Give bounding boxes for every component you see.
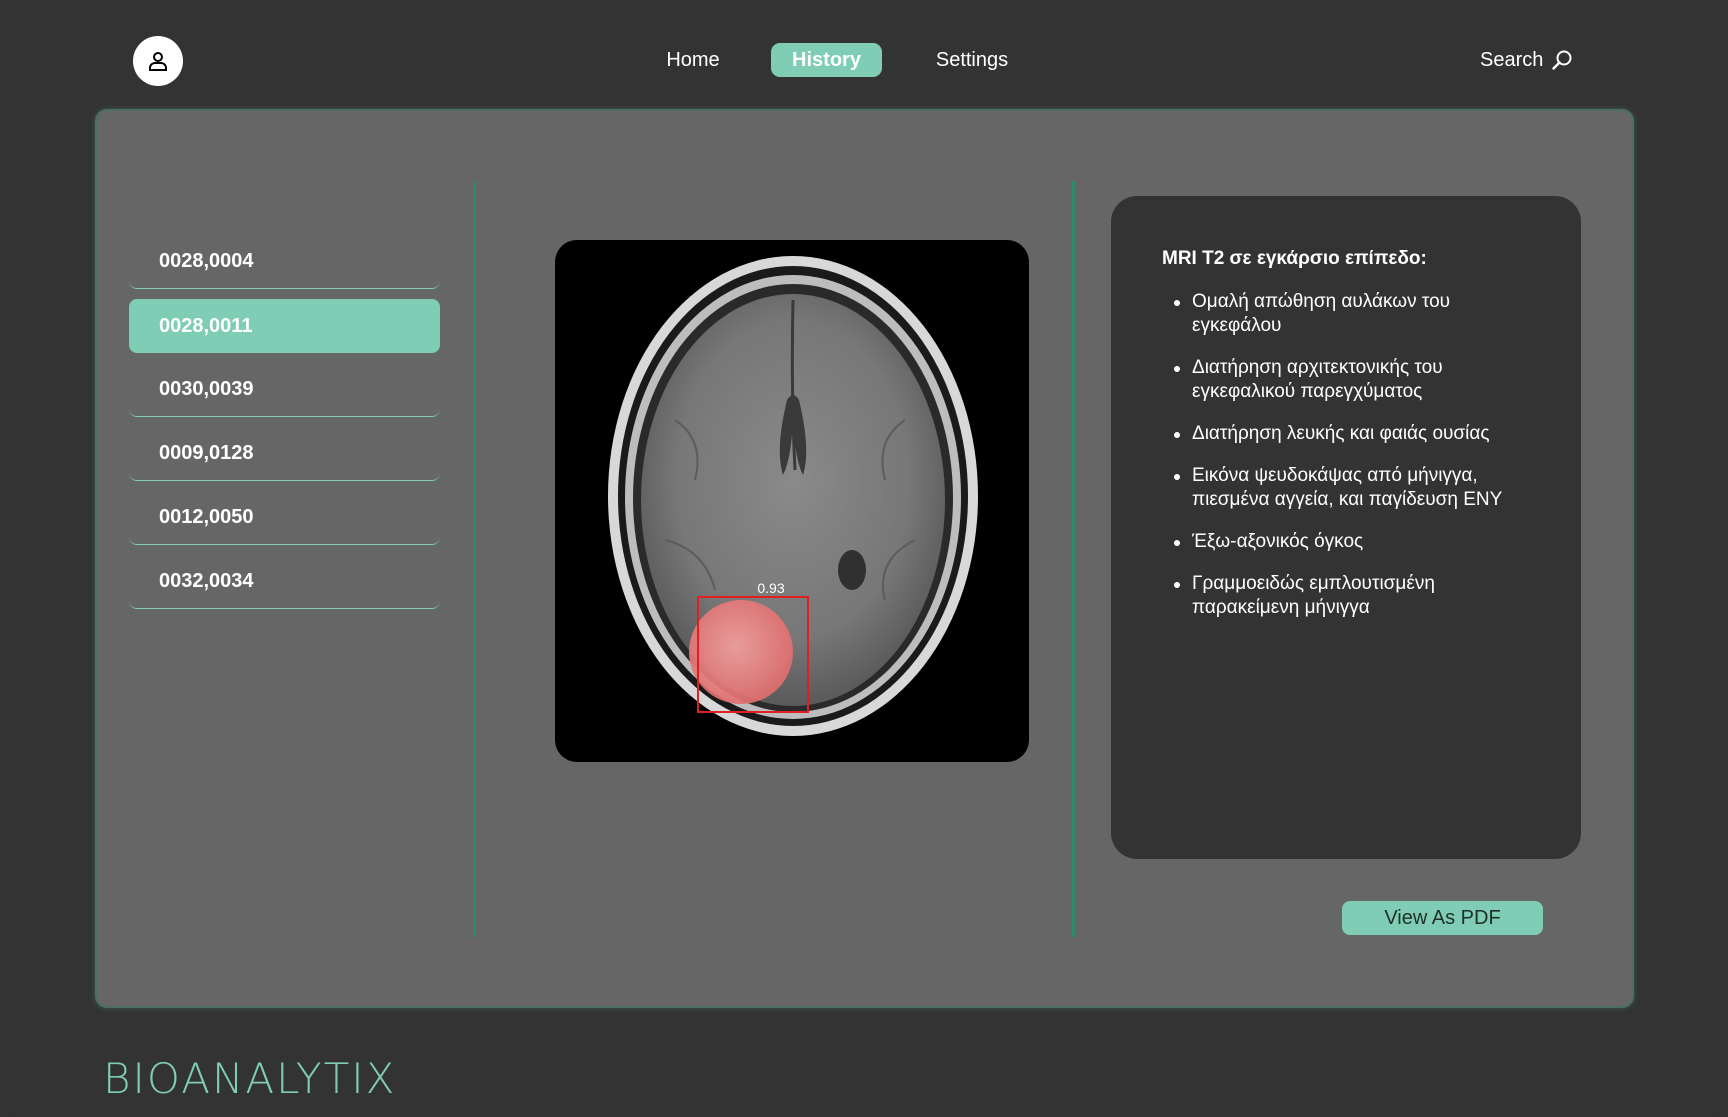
record-item[interactable]: 0012,0050 bbox=[129, 491, 440, 545]
record-label: 0030,0039 bbox=[159, 378, 254, 400]
record-label: 0012,0050 bbox=[159, 506, 254, 528]
nav-home[interactable]: Home bbox=[648, 43, 738, 77]
mri-scan-image: 0.93 bbox=[555, 240, 1029, 762]
finding-item: Εικόνα ψευδοκάψας από μήνιγγα, πιεσμένα … bbox=[1162, 464, 1541, 512]
report-card: MRI T2 σε εγκάρσιο επίπεδο: Ομαλή απώθησ… bbox=[1111, 196, 1581, 859]
search-label: Search bbox=[1480, 48, 1544, 71]
record-item[interactable]: 0030,0039 bbox=[129, 363, 440, 417]
view-pdf-button[interactable]: View As PDF bbox=[1342, 901, 1543, 935]
top-nav: Home History Settings bbox=[0, 43, 1728, 77]
divider-right bbox=[1072, 181, 1075, 937]
record-item[interactable]: 0009,0128 bbox=[129, 427, 440, 481]
divider-left bbox=[473, 181, 476, 937]
nav-history[interactable]: History bbox=[771, 43, 882, 77]
finding-item: Έξω-αξονικός όγκος bbox=[1162, 530, 1541, 554]
main-panel: 0028,0004 0028,0011 0030,0039 0009,0128 … bbox=[95, 109, 1634, 1008]
record-item-selected[interactable]: 0028,0011 bbox=[129, 299, 440, 353]
finding-item: Διατήρηση αρχιτεκτονικής του εγκεφαλικού… bbox=[1162, 356, 1541, 404]
brand-logo: BIOANALYTIX bbox=[103, 1054, 397, 1103]
record-item[interactable]: 0028,0004 bbox=[129, 235, 440, 289]
record-label: 0028,0011 bbox=[159, 314, 253, 337]
finding-item: Γραμμοειδώς εμπλουτισμένη παρακείμενη μή… bbox=[1162, 572, 1541, 620]
search-icon bbox=[1552, 50, 1572, 70]
findings-list: Ομαλή απώθηση αυλάκων του εγκεφάλου Διατ… bbox=[1162, 290, 1541, 620]
detection-confidence: 0.93 bbox=[757, 580, 784, 596]
record-label: 0028,0004 bbox=[159, 250, 254, 272]
finding-item: Ομαλή απώθηση αυλάκων του εγκεφάλου bbox=[1162, 290, 1541, 338]
search-button[interactable]: Search bbox=[1480, 43, 1573, 77]
finding-item: Διατήρηση λευκής και φαιάς ουσίας bbox=[1162, 422, 1541, 446]
report-title: MRI T2 σε εγκάρσιο επίπεδο: bbox=[1162, 248, 1427, 269]
nav-settings[interactable]: Settings bbox=[917, 43, 1027, 77]
record-item[interactable]: 0032,0034 bbox=[129, 555, 440, 609]
record-label: 0009,0128 bbox=[159, 442, 254, 464]
app-window: Home History Settings Search 0028,0004 0… bbox=[0, 0, 1728, 1117]
record-list: 0028,0004 0028,0011 0030,0039 0009,0128 … bbox=[129, 235, 440, 619]
record-label: 0032,0034 bbox=[159, 570, 254, 592]
